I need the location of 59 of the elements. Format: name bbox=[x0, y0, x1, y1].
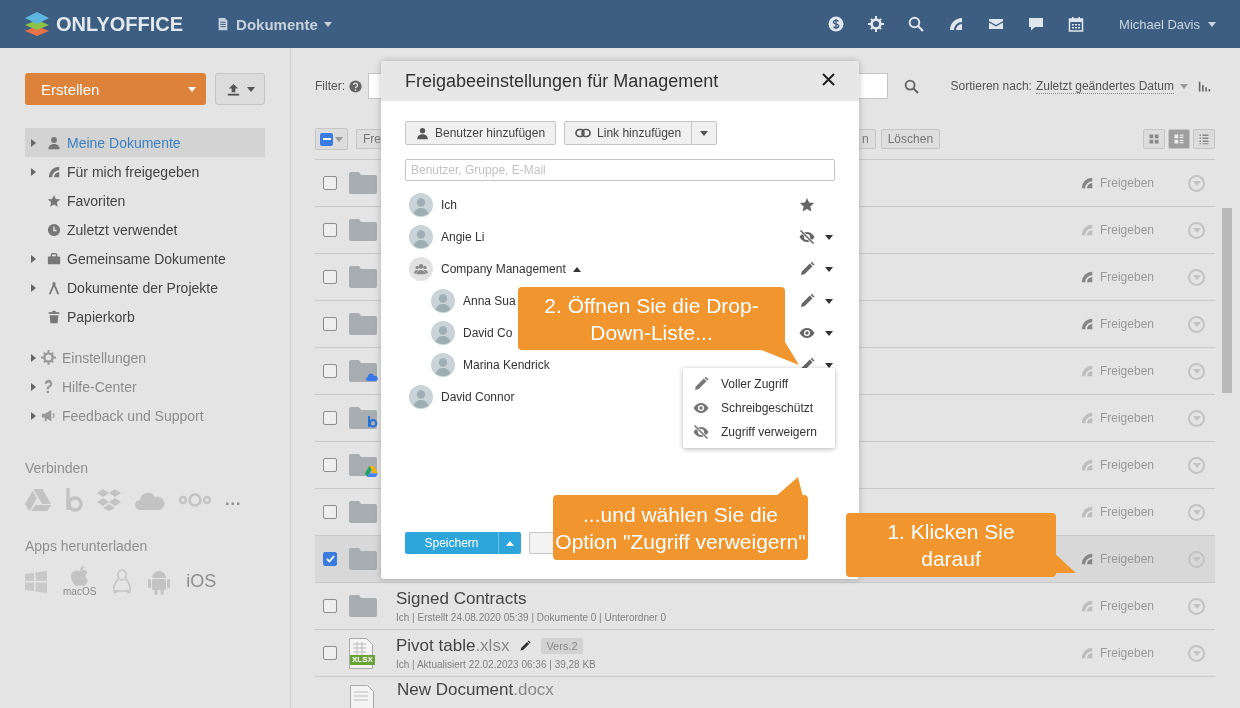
share-link[interactable]: Freigeben bbox=[1099, 317, 1154, 331]
callout: ...und wählen Sie die Option "Zugriff verweigern" bbox=[553, 476, 810, 561]
sidebar-item[interactable]: Einstellungen bbox=[25, 343, 265, 372]
platform-label[interactable]: iOS bbox=[186, 571, 217, 592]
share-link[interactable]: Freigeben bbox=[1099, 599, 1154, 613]
section-title: Apps herunterladen bbox=[25, 538, 149, 554]
version-tag[interactable]: Vers.2 bbox=[541, 638, 583, 654]
sidebar-item[interactable]: Gemeinsame Dokumente bbox=[25, 244, 265, 273]
sidebar-item[interactable]: Favoriten bbox=[25, 186, 265, 215]
module-menu[interactable]: Dokumente bbox=[236, 15, 318, 33]
share-link[interactable]: Freigeben bbox=[1099, 505, 1154, 519]
member-name: Marina Kendrick bbox=[463, 358, 550, 372]
share-link[interactable]: Freigeben bbox=[1099, 270, 1154, 284]
sidebar-item[interactable]: Hilfe-Center bbox=[25, 372, 265, 401]
share-link[interactable]: Freigeben bbox=[1099, 176, 1154, 190]
file-name[interactable]: Pivot table.xlsx bbox=[396, 636, 510, 656]
file-name[interactable]: New Document.docx bbox=[397, 680, 554, 700]
dialog-title: Freigabeeinstellungen für Management bbox=[405, 70, 719, 92]
member-name: Company Management bbox=[441, 262, 566, 276]
file-row[interactable]: Signed Contracts Ich | Erstellt 24.08.2020 05:39 | Dokumente 0 | Unterordner 0 Freigeben bbox=[315, 583, 1215, 630]
share-link[interactable]: Freigeben bbox=[1099, 458, 1154, 472]
add-link-button[interactable]: Link hinzufügen bbox=[564, 121, 693, 145]
share-link[interactable]: Freigeben bbox=[1099, 411, 1154, 425]
member-name: Anna Sua bbox=[463, 294, 516, 308]
sidebar-item[interactable]: Papierkorb bbox=[25, 302, 265, 331]
share-link[interactable]: Freigeben bbox=[1099, 646, 1154, 660]
search-field[interactable]: Benutzer, Gruppe, E-Mail bbox=[405, 159, 835, 181]
file-row[interactable]: XLSX Pivot table.xlsx Vers.2 Ich | Aktualisiert 22.02.2023 06:36 | 39,28 KB Freigeben bbox=[315, 630, 1215, 677]
menu-item[interactable]: Voller Zugriff bbox=[683, 372, 835, 396]
menu-item[interactable]: Zugriff verweigern bbox=[683, 420, 835, 444]
save-button[interactable]: Speichern bbox=[405, 532, 498, 554]
toolbar-button[interactable]: Löschen bbox=[880, 129, 941, 149]
file-type-label: XLSX bbox=[350, 655, 375, 665]
menu-item[interactable]: Schreibgeschützt bbox=[683, 396, 835, 420]
filter-label: Filter: bbox=[315, 79, 345, 93]
file-row[interactable]: New Document.docx bbox=[315, 677, 1215, 708]
section-title: Verbinden bbox=[25, 460, 90, 476]
add-user-button[interactable]: Benutzer hinzufügen bbox=[405, 121, 557, 145]
file-meta: Ich | Aktualisiert 22.02.2023 06:36 | 39,28 KB bbox=[396, 659, 597, 670]
sidebar-item[interactable]: Zuletzt verwendet bbox=[25, 215, 265, 244]
sort-label: Sortieren nach: bbox=[950, 79, 1032, 93]
logo-text: ONLYOFFICE bbox=[56, 12, 184, 36]
share-link[interactable]: Freigeben bbox=[1099, 223, 1154, 237]
member-name: David Co bbox=[463, 326, 513, 340]
share-link[interactable]: Freigeben bbox=[1099, 364, 1154, 378]
share-link[interactable]: Freigeben bbox=[1099, 552, 1154, 566]
sidebar-item[interactable]: Dokumente der Projekte bbox=[25, 273, 265, 302]
sidebar-item[interactable]: Meine Dokumente bbox=[25, 128, 265, 157]
sidebar-item[interactable]: Feedback und Support bbox=[25, 401, 265, 430]
create-button[interactable]: Erstellen bbox=[25, 73, 206, 105]
sidebar-item[interactable]: Für mich freigegeben bbox=[25, 157, 265, 186]
platform-label: macOS bbox=[63, 586, 97, 597]
sort-dropdown[interactable]: Zuletzt geändertes Datum bbox=[1035, 78, 1174, 94]
user-menu[interactable]: Michael Davis bbox=[1119, 16, 1200, 32]
member-name: Ich bbox=[441, 198, 457, 212]
file-meta: Ich | Erstellt 24.08.2020 05:39 | Dokumente 0 | Unterordner 0 bbox=[396, 612, 668, 623]
more-link[interactable]: ... bbox=[225, 491, 242, 509]
member-name: Angie Li bbox=[441, 230, 485, 244]
file-name[interactable]: Signed Contracts bbox=[396, 589, 527, 609]
